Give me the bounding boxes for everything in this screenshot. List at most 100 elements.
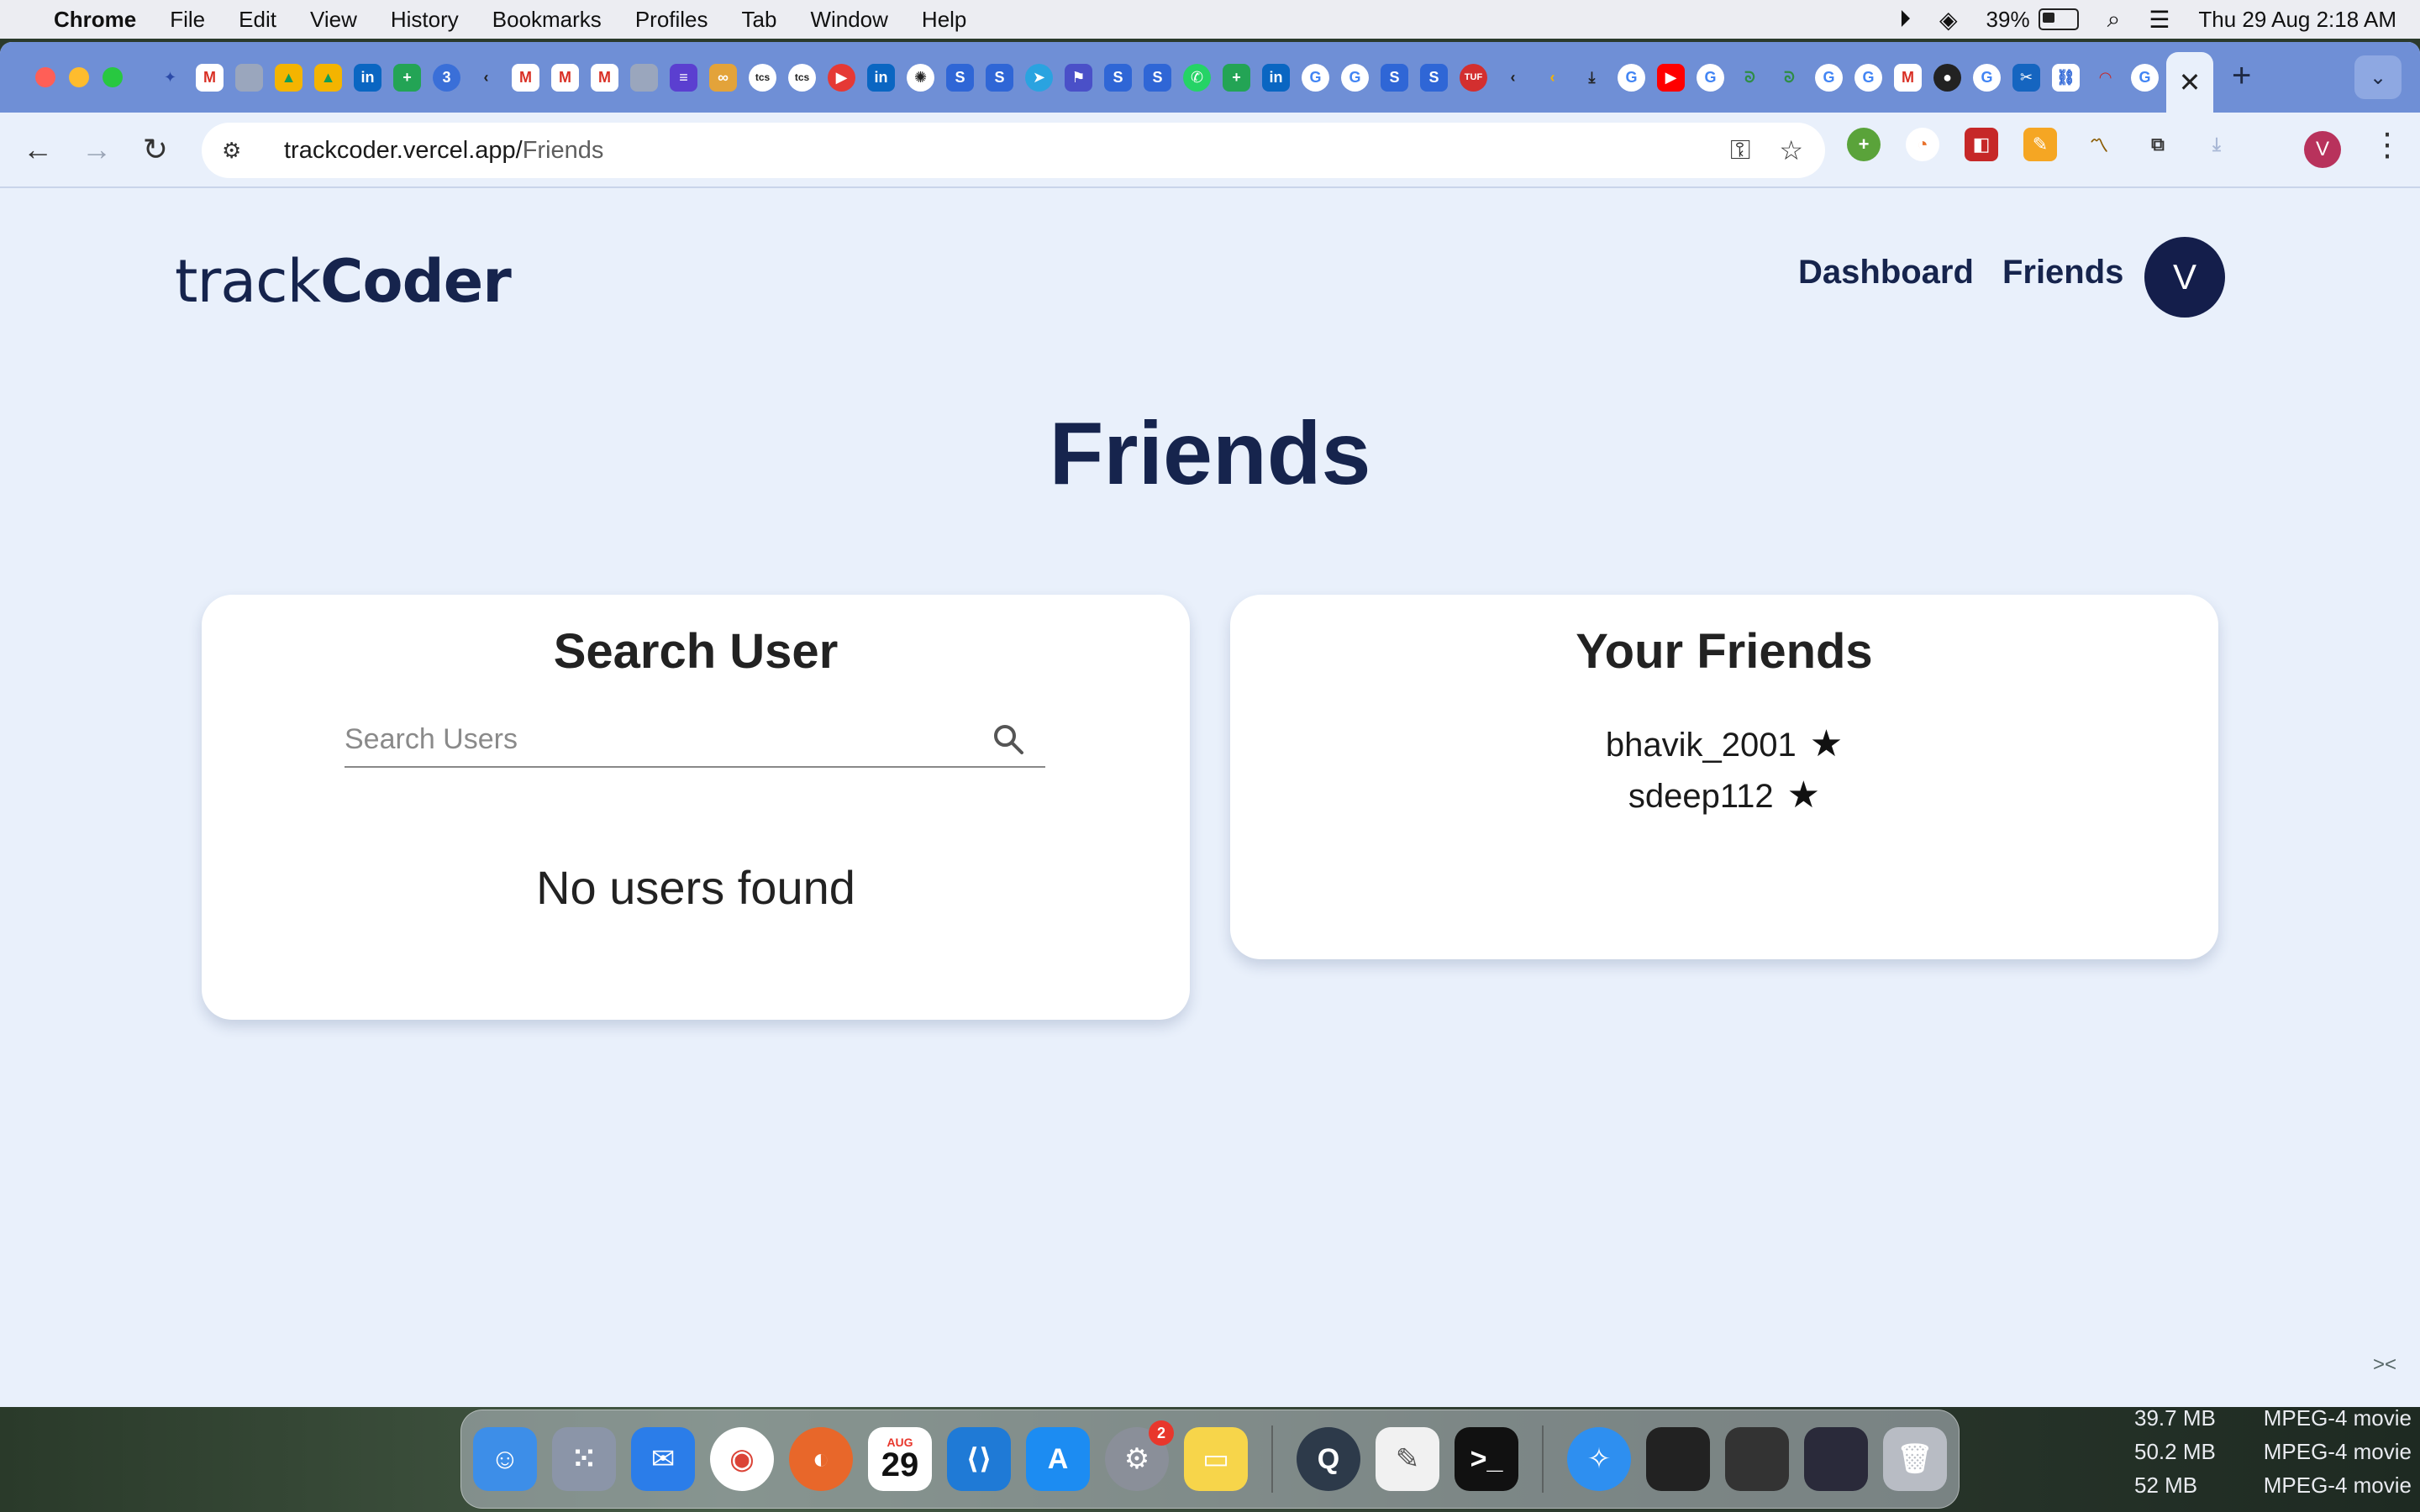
finder-file-row[interactable]: 39.7 MB MPEG-4 movie [2134, 1401, 2412, 1435]
tab-google-icon[interactable]: G [1973, 63, 2001, 92]
close-tab-icon[interactable]: ✕ [2179, 66, 2202, 98]
launchpad-icon[interactable]: ⁙ [552, 1427, 616, 1491]
menu-history[interactable]: History [391, 7, 459, 33]
extension-ring-icon[interactable]: ◔ [1906, 128, 1939, 161]
tab-google-icon[interactable]: G [1618, 63, 1645, 92]
tab-code-icon[interactable]: ‹ [472, 64, 500, 92]
extension-plus-icon[interactable]: + [1847, 128, 1881, 161]
new-tab-button[interactable]: + [2232, 57, 2251, 95]
system-settings-icon[interactable]: ⚙ 2 [1105, 1420, 1174, 1491]
star-icon[interactable]: ★ [1810, 723, 1843, 764]
address-bar[interactable]: ⚙ trackcoder.vercel.app/Friends ⚿ ☆ [202, 123, 1825, 178]
minimize-window-button[interactable] [69, 67, 89, 87]
menu-window[interactable]: Window [810, 7, 887, 33]
tab-google-icon[interactable]: G [1697, 63, 1724, 92]
tab-generic-icon[interactable] [235, 63, 263, 92]
battery-status[interactable]: 39% [1986, 7, 2079, 33]
site-info-icon[interactable]: ⚙ [222, 138, 255, 164]
reload-button[interactable]: ↻ [126, 132, 185, 167]
menu-edit[interactable]: Edit [239, 7, 276, 33]
menu-bookmarks[interactable]: Bookmarks [492, 7, 602, 33]
menu-view[interactable]: View [310, 7, 357, 33]
forward-button[interactable]: → [67, 132, 126, 167]
tab-gmail-icon[interactable]: M [512, 63, 539, 92]
terminal-icon[interactable]: >_ [1455, 1427, 1518, 1491]
tab-tcs-icon[interactable]: tcs [749, 63, 776, 92]
tab-youtube-icon[interactable]: ▶ [1657, 63, 1685, 92]
search-icon[interactable] [992, 722, 1025, 756]
tab-whatsapp-icon[interactable]: ✆ [1183, 63, 1211, 92]
browser-menu-icon[interactable]: ⋮ [2371, 126, 2403, 164]
friend-username[interactable]: sdeep112 [1628, 778, 1774, 815]
finder-file-row[interactable]: 50.2 MB MPEG-4 movie [2134, 1435, 2412, 1468]
tab-numbered-icon[interactable]: 3 [433, 63, 460, 92]
menu-profiles[interactable]: Profiles [635, 7, 708, 33]
tab-badge-icon[interactable]: ⚑ [1065, 63, 1092, 92]
nav-dashboard-link[interactable]: Dashboard [1798, 254, 1974, 291]
mail-icon[interactable]: ✉ [631, 1427, 695, 1491]
tab-s-icon[interactable]: S [946, 63, 974, 92]
tab-code-icon[interactable]: ‹ [1499, 64, 1527, 92]
url-text[interactable]: trackcoder.vercel.app/Friends [284, 137, 603, 165]
tab-chatgpt-icon[interactable]: ✺ [907, 63, 934, 92]
tab-geeksforgeeks-icon[interactable]: ᘐ [1776, 64, 1803, 92]
quicktime-icon[interactable]: Q [1297, 1427, 1360, 1491]
site-logo[interactable]: trackCoder [175, 247, 512, 316]
friend-item[interactable]: bhavik_2001 ★ [1230, 719, 2218, 770]
tab-sheets-icon[interactable]: + [393, 63, 421, 92]
dev-tools-toggle-icon[interactable]: >< [2373, 1353, 2396, 1377]
recent-window-thumbnail[interactable] [1646, 1427, 1710, 1491]
extension-red-icon[interactable]: ◧ [1965, 128, 1998, 161]
tab-youtube-music-icon[interactable]: ▶ [828, 63, 855, 92]
tab-sheets-icon[interactable]: + [1223, 63, 1250, 92]
tab-s-icon[interactable]: S [1104, 63, 1132, 92]
vscode-icon[interactable]: ⟨⟩ [947, 1427, 1011, 1491]
tab-generic-icon[interactable] [630, 63, 658, 92]
tab-gmail-icon[interactable]: M [591, 63, 618, 92]
tab-google-icon[interactable]: G [1341, 63, 1369, 92]
tab-s-icon[interactable]: S [1381, 63, 1408, 92]
extensions-puzzle-icon[interactable]: ⧉ [2141, 128, 2175, 161]
tab-download-icon[interactable]: ⤓ [1578, 64, 1606, 92]
spotlight-search-icon[interactable]: ⌕ [2107, 6, 2121, 34]
calendar-icon[interactable]: AUG 29 [868, 1427, 932, 1491]
bookmark-star-icon[interactable]: ☆ [1779, 134, 1803, 166]
recent-window-thumbnail[interactable] [1725, 1427, 1789, 1491]
search-users-input[interactable] [345, 716, 983, 763]
play-icon[interactable]: ⏵ [1899, 6, 1911, 34]
firefox-icon[interactable]: ◐ [789, 1427, 853, 1491]
menu-help[interactable]: Help [922, 7, 966, 33]
extension-pencil-icon[interactable]: ✎ [2023, 128, 2057, 161]
extension-chart-icon[interactable]: 〽 [2082, 128, 2116, 161]
tab-linkedin-icon[interactable]: in [1262, 63, 1290, 92]
password-key-icon[interactable]: ⚿ [1730, 134, 1750, 166]
trash-icon[interactable]: 🗑 [1883, 1427, 1947, 1491]
tab-google-icon[interactable]: G [2131, 63, 2159, 92]
tab-gmail-icon[interactable]: M [1894, 63, 1922, 92]
user-avatar[interactable]: V [2144, 237, 2225, 318]
zoom-window-button[interactable] [103, 67, 123, 87]
finder-file-row[interactable]: 52 MB MPEG-4 movie [2134, 1468, 2412, 1502]
star-icon[interactable]: ★ [1787, 774, 1820, 816]
tab-gmail-icon[interactable]: M [551, 63, 579, 92]
chrome-icon[interactable]: ◉ [710, 1427, 774, 1491]
tab-github-icon[interactable]: ● [1933, 63, 1961, 92]
tab-search-button[interactable]: ⌄ [2354, 55, 2402, 99]
app-store-icon[interactable]: A [1026, 1427, 1090, 1491]
tab-google-icon[interactable]: G [1815, 63, 1843, 92]
tab-linkedin-icon[interactable]: in [354, 63, 381, 92]
menu-app-name[interactable]: Chrome [54, 7, 136, 33]
tab-gemini-icon[interactable]: ✦ [156, 64, 184, 92]
tab-linkedin-icon[interactable]: in [867, 63, 895, 92]
tab-drive-icon[interactable]: ▲ [275, 63, 302, 92]
downloads-icon[interactable]: ⤓ [2200, 128, 2233, 161]
tab-drive-icon[interactable]: ▲ [314, 63, 342, 92]
friend-username[interactable]: bhavik_2001 [1606, 727, 1797, 764]
menu-file[interactable]: File [170, 7, 205, 33]
tab-google-icon[interactable]: G [1302, 63, 1329, 92]
finder-icon[interactable]: ☺ [473, 1427, 537, 1491]
tab-list-icon[interactable]: ≡ [670, 63, 697, 92]
tab-code-icon[interactable]: ‹ [1539, 64, 1566, 92]
control-center-icon[interactable]: ☰ [2149, 6, 2170, 34]
menu-tab[interactable]: Tab [742, 7, 777, 33]
